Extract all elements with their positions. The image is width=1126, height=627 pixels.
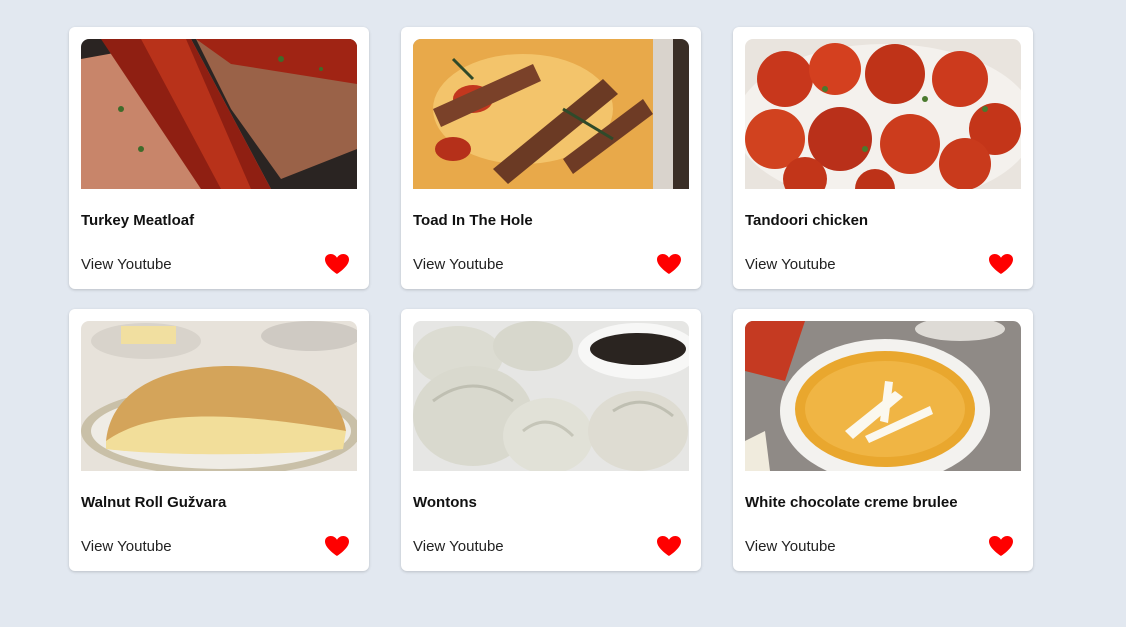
recipe-card[interactable]: Walnut Roll Gužvara View Youtube — [69, 309, 369, 571]
recipe-title: Turkey Meatloaf — [81, 212, 195, 229]
recipe-card[interactable]: Tandoori chicken View Youtube — [733, 27, 1033, 289]
heart-icon[interactable] — [988, 535, 1014, 557]
recipe-card[interactable]: Toad In The Hole View Youtube — [401, 27, 701, 289]
recipe-title: Tandoori chicken — [745, 212, 869, 229]
heart-icon[interactable] — [656, 535, 682, 557]
heart-icon[interactable] — [656, 253, 682, 275]
recipe-title: Toad In The Hole — [413, 212, 533, 229]
view-youtube-link[interactable]: View Youtube — [81, 538, 172, 555]
recipe-image[interactable] — [745, 321, 1021, 471]
recipe-title: Wontons — [413, 494, 477, 511]
recipe-title: White chocolate creme brulee — [745, 494, 958, 511]
heart-icon[interactable] — [988, 253, 1014, 275]
recipe-card[interactable]: Turkey Meatloaf View Youtube — [69, 27, 369, 289]
recipe-image[interactable] — [81, 321, 357, 471]
view-youtube-link[interactable]: View Youtube — [413, 256, 504, 273]
heart-icon[interactable] — [324, 535, 350, 557]
recipe-grid: Turkey Meatloaf View Youtube Toad In The… — [69, 27, 1033, 571]
recipe-title: Walnut Roll Gužvara — [81, 494, 227, 511]
view-youtube-link[interactable]: View Youtube — [745, 256, 836, 273]
view-youtube-link[interactable]: View Youtube — [413, 538, 504, 555]
view-youtube-link[interactable]: View Youtube — [81, 256, 172, 273]
recipe-image[interactable] — [413, 321, 689, 471]
heart-icon[interactable] — [324, 253, 350, 275]
recipe-image[interactable] — [413, 39, 689, 189]
recipe-image[interactable] — [81, 39, 357, 189]
recipe-image[interactable] — [745, 39, 1021, 189]
view-youtube-link[interactable]: View Youtube — [745, 538, 836, 555]
recipe-card[interactable]: White chocolate creme brulee View Youtub… — [733, 309, 1033, 571]
recipe-card[interactable]: Wontons View Youtube — [401, 309, 701, 571]
